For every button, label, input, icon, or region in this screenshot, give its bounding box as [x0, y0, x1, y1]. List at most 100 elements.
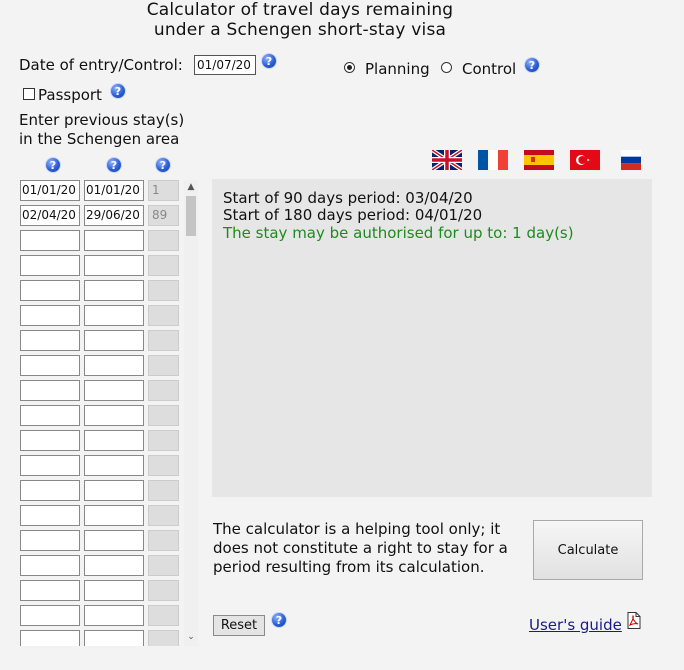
- russia-flag-icon[interactable]: [616, 150, 646, 170]
- stay-from-input[interactable]: 02/04/20: [20, 205, 80, 226]
- planning-radio[interactable]: [344, 62, 355, 73]
- stay-to-input[interactable]: [84, 255, 144, 276]
- stay-days-output: 1: [148, 180, 179, 201]
- stay-row: [18, 530, 200, 555]
- stays-heading-line-1: Enter previous stay(s): [19, 111, 185, 129]
- stay-to-input[interactable]: [84, 605, 144, 626]
- title-line-2: under a Schengen short-stay visa: [153, 20, 447, 40]
- help-icon[interactable]: ?: [111, 84, 125, 98]
- stay-row: 02/04/20 29/06/20 89: [18, 205, 200, 230]
- page-title: Calculator of travel days remaining unde…: [0, 0, 600, 40]
- stay-row: [18, 405, 200, 430]
- help-icon[interactable]: ?: [272, 613, 286, 627]
- stay-row: [18, 380, 200, 405]
- stay-from-input[interactable]: [20, 580, 80, 601]
- stay-days-output: 89: [148, 205, 179, 226]
- stay-row: [18, 580, 200, 605]
- uk-flag-icon[interactable]: [432, 150, 462, 170]
- stay-row: [18, 455, 200, 480]
- stay-from-input[interactable]: 01/01/20: [20, 180, 80, 201]
- control-radio[interactable]: [441, 62, 452, 73]
- entry-date-input[interactable]: 01/07/20: [194, 55, 256, 75]
- stay-from-input[interactable]: [20, 380, 80, 401]
- stay-from-input[interactable]: [20, 630, 80, 646]
- stay-from-input[interactable]: [20, 280, 80, 301]
- scroll-down-icon[interactable]: ⌄: [184, 630, 198, 644]
- stay-row: [18, 280, 200, 305]
- stay-row: [18, 355, 200, 380]
- france-flag-icon[interactable]: [478, 150, 508, 170]
- entry-date-label: Date of entry/Control:: [19, 56, 183, 74]
- disclaimer-text: The calculator is a helping tool only; i…: [213, 520, 508, 576]
- stay-row: [18, 430, 200, 455]
- stay-from-input[interactable]: [20, 605, 80, 626]
- stay-from-input[interactable]: [20, 455, 80, 476]
- help-icon[interactable]: ?: [46, 158, 60, 172]
- stay-row: [18, 505, 200, 530]
- scroll-up-icon[interactable]: ▲: [184, 180, 198, 194]
- stay-days-output: [148, 330, 179, 351]
- stay-from-input[interactable]: [20, 330, 80, 351]
- stay-from-input[interactable]: [20, 505, 80, 526]
- stay-from-input[interactable]: [20, 555, 80, 576]
- stay-days-output: [148, 230, 179, 251]
- reset-button[interactable]: Reset: [213, 615, 265, 636]
- stay-row: 01/01/20 01/01/20 1: [18, 180, 200, 205]
- stay-days-output: [148, 380, 179, 401]
- stay-days-output: [148, 255, 179, 276]
- stay-to-input[interactable]: [84, 530, 144, 551]
- stay-to-input[interactable]: [84, 230, 144, 251]
- planning-label: Planning: [365, 60, 430, 78]
- passport-checkbox[interactable]: [23, 88, 35, 100]
- users-guide-link[interactable]: User's guide: [529, 616, 622, 634]
- stay-days-output: [148, 355, 179, 376]
- stays-heading: Enter previous stay(s) in the Schengen a…: [19, 111, 184, 149]
- stay-to-input[interactable]: [84, 405, 144, 426]
- stay-days-output: [148, 280, 179, 301]
- stay-from-input[interactable]: [20, 355, 80, 376]
- stay-from-input[interactable]: [20, 405, 80, 426]
- stay-to-input[interactable]: [84, 305, 144, 326]
- stay-row: [18, 330, 200, 355]
- stay-to-input[interactable]: [84, 555, 144, 576]
- spain-flag-icon[interactable]: [524, 150, 554, 170]
- authorised-days: The stay may be authorised for up to: 1 …: [223, 224, 574, 242]
- stay-to-input[interactable]: [84, 580, 144, 601]
- stay-days-output: [148, 530, 179, 551]
- stay-to-input[interactable]: [84, 280, 144, 301]
- stay-to-input[interactable]: [84, 505, 144, 526]
- stay-days-output: [148, 630, 179, 646]
- stay-row: [18, 630, 200, 646]
- stay-row: [18, 555, 200, 580]
- stay-from-input[interactable]: [20, 480, 80, 501]
- help-icon[interactable]: ?: [262, 54, 276, 68]
- stay-days-output: [148, 405, 179, 426]
- stay-to-input[interactable]: [84, 430, 144, 451]
- stay-to-input[interactable]: [84, 630, 144, 646]
- pdf-icon[interactable]: [627, 612, 641, 629]
- help-icon[interactable]: ?: [525, 58, 539, 72]
- stay-to-input[interactable]: 01/01/20: [84, 180, 144, 201]
- stay-days-output: [148, 580, 179, 601]
- calculate-button[interactable]: Calculate: [533, 520, 643, 580]
- help-icon[interactable]: ?: [156, 158, 170, 172]
- stay-to-input[interactable]: [84, 480, 144, 501]
- stay-to-input[interactable]: [84, 455, 144, 476]
- stays-scrollbar[interactable]: ▲ ⌄: [184, 180, 198, 646]
- help-icon[interactable]: ?: [107, 158, 121, 172]
- start-180-days: Start of 180 days period: 04/01/20: [223, 206, 483, 224]
- stay-to-input[interactable]: [84, 380, 144, 401]
- stay-from-input[interactable]: [20, 255, 80, 276]
- scrollbar-thumb[interactable]: [186, 196, 196, 236]
- stay-days-output: [148, 305, 179, 326]
- stay-from-input[interactable]: [20, 305, 80, 326]
- stay-to-input[interactable]: [84, 355, 144, 376]
- stays-list: 01/01/20 01/01/20 1 02/04/20 29/06/20 89 ▲ ⌄: [18, 180, 200, 646]
- turkey-flag-icon[interactable]: [570, 150, 600, 170]
- stay-to-input[interactable]: 29/06/20: [84, 205, 144, 226]
- stay-from-input[interactable]: [20, 230, 80, 251]
- stay-to-input[interactable]: [84, 330, 144, 351]
- title-line-1: Calculator of travel days remaining: [146, 0, 454, 20]
- stay-from-input[interactable]: [20, 530, 80, 551]
- stay-from-input[interactable]: [20, 430, 80, 451]
